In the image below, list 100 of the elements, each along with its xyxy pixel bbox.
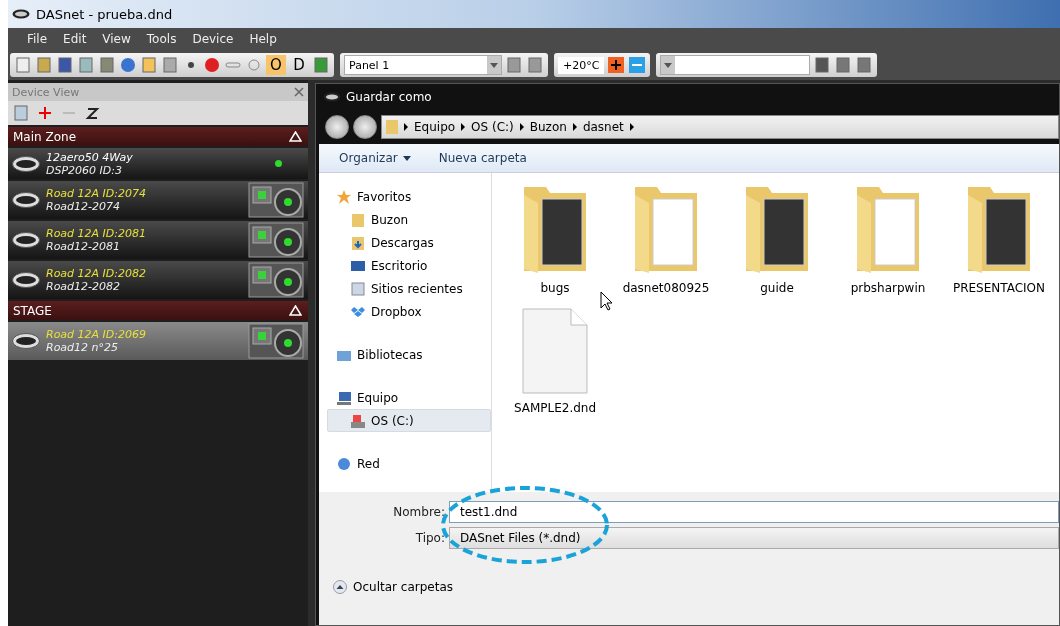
collapse-icon[interactable] (289, 131, 302, 142)
zone-name: STAGE (13, 303, 52, 318)
folder-icon (350, 211, 366, 228)
device-row[interactable]: Road 12A ID:2069 Road12 n°25 (8, 322, 308, 360)
nav-item[interactable]: Dropbox (327, 300, 491, 323)
close-icon[interactable] (294, 87, 304, 97)
logo-icon (12, 155, 40, 172)
zone-header[interactable]: Main Zone (8, 127, 308, 146)
nav-item[interactable]: Escritorio (327, 254, 491, 277)
file-name: dasnet080925 (622, 281, 710, 295)
status-led (275, 160, 282, 167)
logo-icon (323, 92, 341, 102)
nav-item[interactable]: OS (C:) (327, 409, 491, 432)
device-row[interactable]: Road 12A ID:2082 Road12-2082 (8, 261, 308, 299)
breadcrumb-item[interactable]: Buzon (529, 120, 567, 134)
chevron-icon (404, 123, 408, 131)
nav-item[interactable]: Red (327, 452, 491, 475)
file-name: PRESENTACION (952, 281, 1046, 295)
download-icon (350, 234, 366, 251)
address-bar[interactable]: Equipo OS (C:) Buzon dasnet (381, 115, 1059, 139)
file-icon (521, 307, 589, 395)
device-model: 12aero50 4Way (46, 150, 134, 164)
device-name: Road12 n°25 (46, 341, 120, 354)
menu-item[interactable]: Edit (56, 32, 94, 46)
logo-icon (12, 9, 30, 19)
menu-item[interactable]: File (20, 32, 55, 46)
command-button[interactable]: Organizar (339, 151, 411, 165)
collapse-icon (333, 580, 347, 594)
record-icon[interactable] (203, 56, 221, 74)
nav-item[interactable]: Buzon (327, 208, 491, 231)
plus-icon[interactable] (607, 56, 626, 74)
device-row[interactable]: 12aero50 4Way DSP2060 ID:3 (8, 148, 308, 179)
command-button[interactable]: Nueva carpeta (438, 151, 527, 165)
folder-icon (386, 120, 398, 134)
dialog-title: Guardar como (346, 90, 432, 104)
folder-tile[interactable]: PRESENTACION (944, 183, 1054, 307)
drive-icon (350, 412, 366, 429)
field-label: Tipo: (414, 531, 446, 545)
zone-name: Main Zone (13, 129, 76, 144)
speaker-icon (248, 222, 304, 258)
nav-item[interactable]: Equipo (327, 386, 491, 409)
logo-icon (12, 333, 40, 349)
breadcrumb-item[interactable]: Equipo (414, 120, 456, 134)
collapse-icon[interactable] (289, 305, 302, 316)
window-title: DASnet - prueba.dnd (36, 6, 173, 22)
hide-folders-button[interactable]: Ocultar carpetas (333, 580, 453, 594)
speaker-icon (248, 262, 304, 298)
device-model: Road 12A ID:2082 (46, 267, 148, 280)
device-name: Road12-2081 (46, 240, 122, 253)
caret-icon (664, 62, 673, 68)
nav-item[interactable]: Favoritos (327, 185, 491, 208)
caret-icon (402, 155, 411, 161)
logo-icon (12, 192, 40, 208)
device-row[interactable]: Road 12A ID:2081 Road12-2081 (8, 221, 308, 259)
panel-title: Device View (12, 85, 80, 99)
new-file-icon[interactable] (14, 56, 32, 74)
menu-item[interactable]: Tools (139, 32, 184, 46)
file-type-select[interactable]: DASnet Files (*.dnd) (449, 527, 1059, 549)
chevron-icon (572, 123, 577, 131)
zone-header[interactable]: STAGE (8, 301, 308, 320)
breadcrumb-item[interactable]: dasnet (582, 120, 624, 134)
field-label: Nombre: (392, 505, 446, 519)
folder-tile[interactable]: prbsharpwin (833, 183, 943, 307)
speaker-icon (248, 182, 304, 218)
computer-icon (336, 389, 352, 406)
mode-button[interactable]: O (266, 55, 286, 75)
chevron-icon (461, 123, 466, 131)
menu-item[interactable]: View (95, 32, 138, 46)
nav-item[interactable]: Sitios recientes (327, 277, 491, 300)
forward-button[interactable] (353, 115, 377, 139)
menu-item[interactable]: Device (185, 32, 241, 46)
help-icon[interactable] (119, 56, 137, 74)
star-icon (336, 188, 352, 205)
device-name: Road12-2082 (46, 280, 122, 293)
filename-field[interactable]: test1.dnd (449, 501, 1059, 523)
file-name: guide (760, 281, 794, 295)
device-model: Road 12A ID:2069 (46, 328, 148, 341)
breadcrumb-item[interactable]: OS (C:) (471, 120, 514, 134)
mode-button[interactable]: D (289, 55, 309, 75)
chevron-icon (629, 123, 634, 131)
temperature-field[interactable]: +20°C (558, 56, 605, 74)
back-button[interactable] (325, 115, 349, 139)
panel-select[interactable]: Panel 1 (344, 55, 502, 75)
nav-item[interactable]: Bibliotecas (327, 343, 491, 366)
document-tile[interactable]: SAMPLE2.dnd (500, 307, 610, 431)
nav-item[interactable]: Descargas (327, 231, 491, 254)
device-model: Road 12A ID:2074 (46, 187, 148, 200)
device-model: Road 12A ID:2081 (46, 227, 148, 240)
speaker-icon (248, 323, 304, 359)
file-name: bugs (540, 281, 570, 295)
logo-icon (12, 232, 40, 248)
folder-tile[interactable]: bugs (500, 183, 610, 307)
device-name: Road12-2074 (46, 200, 122, 213)
folder-tile[interactable]: dasnet080925 (611, 183, 721, 307)
device-row[interactable]: Road 12A ID:2074 Road12-2074 (8, 181, 308, 219)
cursor-icon (600, 291, 614, 311)
device-name: DSP2060 ID:3 (46, 163, 123, 177)
file-name: SAMPLE2.dnd (513, 401, 597, 415)
menu-item[interactable]: Help (242, 32, 284, 46)
folder-tile[interactable]: guide (722, 183, 832, 307)
